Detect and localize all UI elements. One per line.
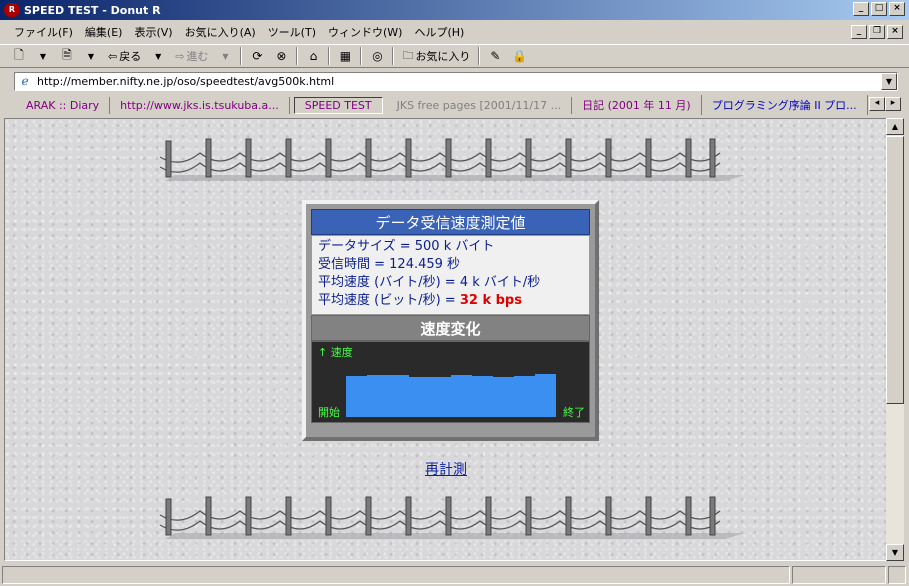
title-bar: R SPEED TEST - Donut R _ □ × [0,0,909,20]
close-button[interactable]: × [889,2,905,16]
web-content: データ受信速度測定値 データサイズ = 500 k バイト 受信時間 = 124… [4,118,888,561]
address-dropdown-icon[interactable]: ▼ [881,72,897,90]
address-url: http://member.nifty.ne.jp/oso/speedtest/… [37,74,335,88]
forward-button[interactable]: ⇨ 進む [173,48,210,64]
graph-start-label: 開始 [318,406,340,419]
donut-app-icon: R [4,3,20,17]
speed-bar [409,377,430,417]
tile-windows-icon[interactable]: ▦ [336,47,354,65]
measurement-info: データサイズ = 500 k バイト 受信時間 = 124.459 秒 平均速度… [311,235,590,315]
page-ie-icon: ℯ [21,74,29,88]
search-icon[interactable]: ◎ [368,47,386,65]
vertical-scrollbar[interactable]: ▲ ▼ [886,118,904,561]
dropdown-arrow-icon[interactable]: ▼ [82,47,100,65]
toolbar-separator [478,47,481,65]
window-controls: _ □ × [853,2,905,16]
graph-speed-label: ↑ 速度 [318,346,353,359]
toolbar-separator [296,47,299,65]
home-icon[interactable]: ⌂ [304,47,322,65]
forward-arrow-icon: ⇨ [175,49,185,63]
favorites-folder-icon: 🗀 [402,48,414,62]
toolbar: 🗋 ▼ 🗎 ▼ ⇦ 戻る ▼ ⇨ 進む ▼ ⟳ ⊗ ⌂ ▦ ◎ 🗀 お気に入り … [0,44,909,68]
toolbar-separator [328,47,331,65]
tab-programming-intro[interactable]: プログラミング序論 II プロ... [702,95,868,115]
menu-tools[interactable]: ツール(T) [262,24,322,40]
back-arrow-icon: ⇦ [108,49,118,63]
maximize-button[interactable]: □ [871,2,887,16]
menu-edit[interactable]: 編集(E) [79,24,129,40]
tab-jks-free-pages[interactable]: JKS free pages [2001/11/17 ... [387,96,573,114]
address-input[interactable]: ℯ http://member.nifty.ne.jp/oso/speedtes… [14,71,898,91]
status-grip [888,566,906,584]
refresh-icon[interactable]: ⟳ [248,47,266,65]
forward-dropdown-icon[interactable]: ▼ [216,47,234,65]
avg-bits-line: 平均速度 (ビット/秒) = 32 k bps [318,292,583,310]
speed-bar [346,376,367,417]
stop-icon[interactable]: ⊗ [272,47,290,65]
mdi-restore-button[interactable]: ❐ [869,25,885,39]
toolbar-separator [240,47,243,65]
tab-scroll-right-icon[interactable]: ▸ [885,97,901,111]
status-text-pane [2,566,790,584]
avg-bytes-text: 平均速度 (バイト/秒) = 4 k バイト/秒 [318,275,541,290]
panel-title: データ受信速度測定値 [311,209,590,235]
window-title: SPEED TEST - Donut R [24,3,161,17]
fence-image-bottom [159,496,745,539]
tab-jks-tsukuba[interactable]: http://www.jks.is.tsukuba.a... [110,96,290,114]
mdi-minimize-button[interactable]: _ [851,25,867,39]
menu-help[interactable]: ヘルプ(H) [408,24,470,40]
dropdown-arrow-icon[interactable]: ▼ [34,47,52,65]
speed-result-panel: データ受信速度測定値 データサイズ = 500 k バイト 受信時間 = 124… [302,200,599,441]
new-page-icon[interactable]: 🗋 [10,47,28,65]
remeasure-link[interactable]: 再計測 [425,459,467,479]
menu-window[interactable]: ウィンドウ(W) [322,24,408,40]
speed-bar [451,375,472,417]
tab-diary-2001-11[interactable]: 日記 (2001 年 11 月) [572,95,702,115]
avg-bits-value: 32 k bps [459,293,522,308]
speed-bar [514,376,535,417]
speed-bar [535,374,556,417]
lock-icon[interactable]: 🔒 [510,47,528,65]
speed-bar [388,375,409,417]
address-bar: ℯ http://member.nifty.ne.jp/oso/speedtes… [0,70,909,92]
tab-scroll-left-icon[interactable]: ◂ [869,97,885,111]
back-dropdown-icon[interactable]: ▼ [149,47,167,65]
avg-bits-prefix: 平均速度 (ビット/秒) = [318,293,460,308]
favorites-button[interactable]: 🗀 お気に入り [400,47,472,66]
back-button[interactable]: ⇦ 戻る [106,48,143,64]
speed-bar [472,376,493,417]
menu-favorites[interactable]: お気に入り(A) [179,24,262,40]
edit-page-icon[interactable]: ✎ [486,47,504,65]
tab-bar: ARAK :: Diary http://www.jks.is.tsukuba.… [0,94,909,116]
open-file-icon[interactable]: 🗎 [58,47,76,65]
speed-bar [367,375,388,417]
speed-graph: ↑ 速度 開始 終了 [311,341,590,423]
minimize-button[interactable]: _ [853,2,869,16]
scroll-up-icon[interactable]: ▲ [886,118,904,135]
mdi-close-button[interactable]: × [887,25,903,39]
favorites-label: お気に入り [415,50,471,63]
status-zone-pane [792,566,886,584]
status-bar [0,564,909,586]
receive-time-text: 受信時間 = 124.459 秒 [318,257,461,272]
speed-bar [493,377,514,417]
fence-image-top [159,138,745,181]
menu-view[interactable]: 表示(V) [128,24,178,40]
menu-file[interactable]: ファイル(F) [8,24,79,40]
speed-bar [430,377,451,417]
scroll-thumb[interactable] [886,136,904,404]
back-label: 戻る [119,50,142,63]
toolbar-separator [392,47,395,65]
scroll-down-icon[interactable]: ▼ [886,544,904,561]
menu-bar: ファイル(F) 編集(E) 表示(V) お気に入り(A) ツール(T) ウィンド… [0,22,909,42]
toolbar-separator [360,47,363,65]
data-size-text: データサイズ = 500 k バイト [318,239,495,254]
mdi-controls: _ ❐ × [851,25,903,39]
graph-end-label: 終了 [563,406,585,419]
tab-arak-diary[interactable]: ARAK :: Diary [16,96,111,114]
tab-speed-test[interactable]: SPEED TEST [293,96,383,114]
tab-scroll-controls: ◂ ▸ [869,97,901,111]
graph-title: 速度変化 [311,315,590,341]
forward-label: 進む [186,50,209,63]
